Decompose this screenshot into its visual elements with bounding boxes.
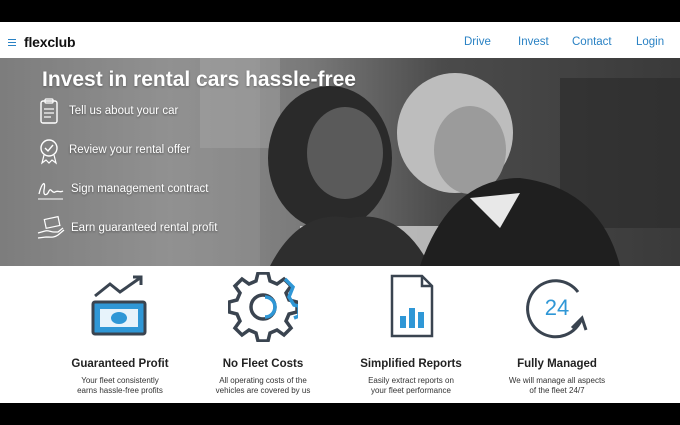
signature-icon	[38, 183, 64, 200]
feature-no-fleet-costs: No Fleet Costs All operating costs of th…	[198, 272, 328, 396]
feature-desc-line: earns hassle-free profits	[77, 386, 163, 395]
feature-description: Easily extract reports on your fleet per…	[346, 376, 476, 396]
feature-title: Guaranteed Profit	[71, 358, 169, 370]
feature-simplified-reports: Simplified Reports Easily extract report…	[346, 272, 476, 396]
clock-24-icon: 24	[526, 279, 588, 339]
feature-desc-line: All operating costs of the	[219, 376, 307, 385]
feature-description: Your fleet consistently earns hassle-fre…	[55, 376, 185, 396]
feature-title: Fully Managed	[517, 358, 597, 370]
feature-desc-line: vehicles are covered by us	[215, 386, 311, 395]
step-label: Sign management contract	[71, 183, 209, 195]
logo[interactable]: flexclub	[24, 34, 76, 50]
step-label: Tell us about your car	[69, 105, 179, 117]
svg-text:24: 24	[545, 295, 569, 320]
hand-money-icon	[37, 215, 65, 239]
hero-title: Invest in rental cars hassle-free	[42, 68, 356, 91]
step-label: Review your rental offer	[69, 144, 191, 156]
feature-description: We will manage all aspects of the fleet …	[492, 376, 622, 396]
feature-guaranteed-profit: Guaranteed Profit Your fleet consistentl…	[55, 272, 185, 396]
hamburger-menu-icon[interactable]	[8, 39, 16, 48]
feature-desc-line: your fleet performance	[370, 386, 452, 395]
top-nav: flexclub Drive Invest Contact Login	[0, 22, 680, 58]
nav-link-drive[interactable]: Drive	[464, 36, 491, 48]
badge-check-icon	[40, 139, 58, 165]
clipboard-icon	[40, 98, 58, 124]
feature-desc-line: We will manage all aspects	[508, 376, 606, 385]
feature-desc-line: Your fleet consistently	[81, 376, 159, 385]
feature-description: All operating costs of the vehicles are …	[198, 376, 328, 396]
feature-title: No Fleet Costs	[222, 358, 304, 370]
step-label: Earn guaranteed rental profit	[71, 222, 218, 234]
feature-fully-managed: 24 Fully Managed We will manage all aspe…	[492, 272, 622, 396]
hero-banner: Invest in rental cars hassle-free Tell u…	[0, 58, 680, 266]
feature-title: Simplified Reports	[360, 358, 462, 370]
nav-link-contact[interactable]: Contact	[572, 36, 612, 48]
feature-desc-line: Easily extract reports on	[368, 376, 454, 385]
gear-icon	[228, 272, 298, 342]
report-icon	[390, 274, 434, 338]
nav-link-login[interactable]: Login	[636, 36, 664, 48]
feature-desc-line: of the fleet 24/7	[529, 386, 585, 395]
page: flexclub Drive Invest Contact Login Inve…	[0, 22, 680, 403]
banknote-trend-icon	[91, 275, 147, 336]
nav-link-invest[interactable]: Invest	[518, 36, 549, 48]
